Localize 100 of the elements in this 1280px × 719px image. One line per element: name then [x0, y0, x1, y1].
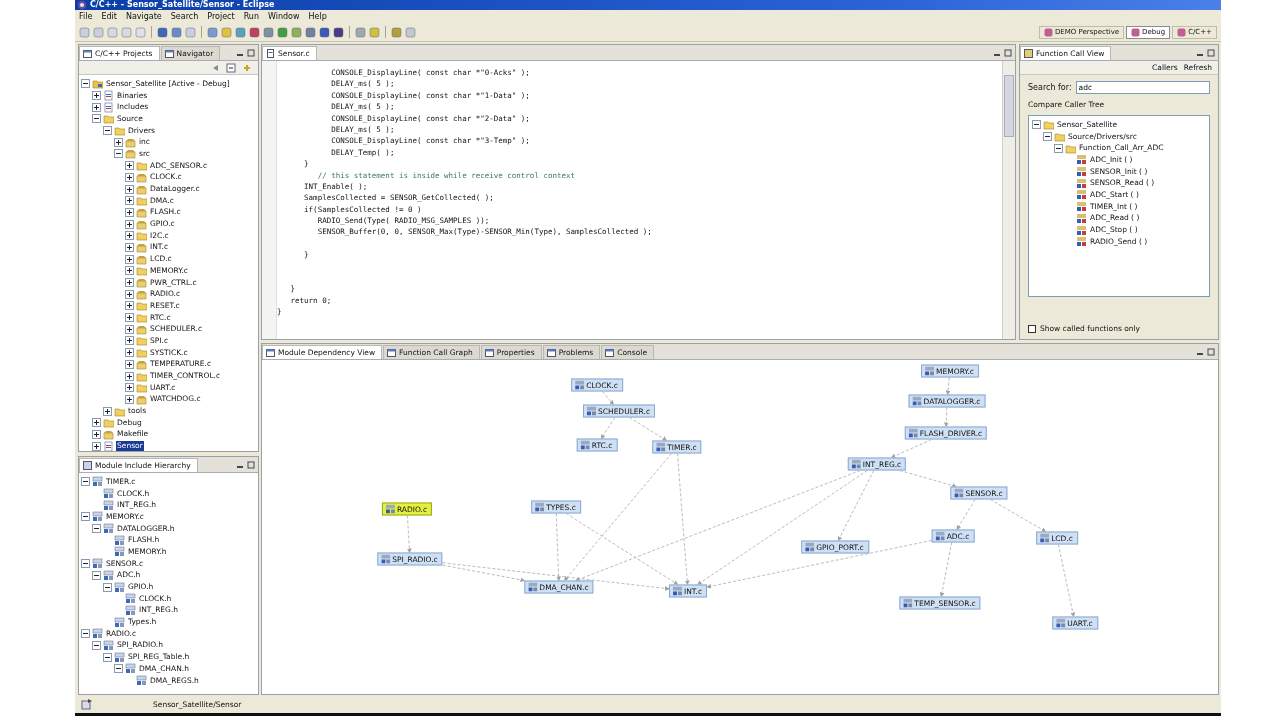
collapse-icon[interactable]: [1043, 132, 1052, 142]
expand-icon[interactable]: [125, 371, 134, 381]
folder-icon: [114, 125, 125, 137]
tool-icon[interactable]: [305, 26, 316, 38]
expand-icon[interactable]: [92, 418, 101, 428]
collapse-all-icon[interactable]: [226, 62, 236, 73]
expand-icon[interactable]: [125, 196, 134, 206]
expand-icon[interactable]: [125, 313, 134, 323]
menu-item[interactable]: File: [79, 12, 93, 21]
view-icon: [1024, 49, 1033, 58]
module-icon: [125, 604, 136, 616]
tool-icon[interactable]: [333, 26, 344, 38]
collapse-icon[interactable]: [114, 664, 123, 674]
collapse-icon[interactable]: [103, 652, 112, 662]
module-icon: [954, 488, 964, 498]
collapse-icon[interactable]: [1054, 143, 1063, 153]
perspective-icon: [1131, 27, 1141, 37]
module-icon: [114, 534, 125, 546]
expand-icon[interactable]: [125, 172, 134, 182]
expand-icon[interactable]: [125, 184, 134, 194]
expand-icon[interactable]: [125, 254, 134, 264]
search-label: Search for:: [1028, 83, 1072, 92]
module-icon: [528, 582, 538, 592]
module-icon: [114, 616, 125, 628]
tool-icon[interactable]: [277, 26, 288, 38]
collapse-icon[interactable]: [81, 79, 90, 89]
expand-icon[interactable]: [125, 289, 134, 299]
tool-icon[interactable]: [157, 26, 168, 38]
tool-icon[interactable]: [171, 26, 182, 38]
expand-icon[interactable]: [125, 278, 134, 288]
collapse-icon[interactable]: [92, 640, 101, 650]
tool-icon[interactable]: [319, 26, 330, 38]
collapse-icon[interactable]: [81, 477, 90, 487]
maximize-icon[interactable]: [247, 48, 255, 57]
menu-item[interactable]: Navigate: [125, 12, 162, 21]
menu-item[interactable]: Run: [243, 12, 259, 21]
expand-icon[interactable]: [92, 441, 101, 451]
menu-item[interactable]: Search: [170, 12, 199, 21]
expand-icon[interactable]: [125, 219, 134, 229]
expand-icon[interactable]: [92, 102, 101, 112]
package-icon: [103, 428, 114, 440]
function-icon: [1076, 166, 1087, 178]
scrollbar[interactable]: [1002, 61, 1015, 339]
view-icon: [83, 49, 92, 58]
binary-icon: [103, 90, 114, 102]
menu-item[interactable]: Help: [308, 12, 327, 21]
expand-icon[interactable]: [125, 324, 134, 334]
package-icon: [136, 323, 147, 335]
expand-icon[interactable]: [125, 383, 134, 393]
expand-icon[interactable]: [125, 266, 134, 276]
collapse-icon[interactable]: [1032, 120, 1041, 130]
checkbox[interactable]: [1028, 324, 1036, 333]
expand-icon[interactable]: [92, 429, 101, 439]
module-icon: [125, 663, 136, 675]
folder-icon: [136, 300, 147, 312]
folder-icon: [136, 195, 147, 207]
collapse-icon[interactable]: [103, 126, 112, 136]
collapse-icon[interactable]: [92, 570, 101, 580]
function-icon: [1076, 201, 1087, 213]
expand-icon[interactable]: [103, 406, 112, 416]
expand-icon[interactable]: [125, 207, 134, 217]
expand-icon[interactable]: [125, 161, 134, 171]
module-icon: [92, 558, 103, 570]
expand-icon[interactable]: [92, 91, 101, 101]
module-icon: [125, 593, 136, 605]
folder-icon: [1054, 131, 1065, 143]
expand-icon[interactable]: [125, 359, 134, 369]
view-icon: [266, 348, 275, 357]
function-icon: [1076, 189, 1087, 201]
package-icon: [136, 288, 147, 300]
perspective-icon: [1177, 27, 1187, 37]
expand-icon[interactable]: [125, 242, 134, 252]
collapse-icon[interactable]: [81, 559, 90, 569]
view-icon: [83, 461, 92, 470]
fast-view-icon[interactable]: [81, 698, 93, 710]
tool-icon[interactable]: [249, 26, 260, 38]
menu-item[interactable]: Window: [268, 12, 300, 21]
module-icon: [114, 546, 125, 558]
expand-icon[interactable]: [125, 301, 134, 311]
expand-icon[interactable]: [125, 336, 134, 346]
folder-icon: [136, 347, 147, 359]
collapse-icon[interactable]: [114, 149, 123, 159]
maximize-icon[interactable]: [1004, 48, 1012, 57]
menu-item[interactable]: Project: [207, 12, 235, 21]
collapse-icon[interactable]: [81, 512, 90, 522]
expand-icon[interactable]: [114, 137, 123, 147]
collapse-icon[interactable]: [92, 114, 101, 124]
collapse-icon[interactable]: [103, 582, 112, 592]
folder-icon: [136, 160, 147, 172]
menu-item[interactable]: Edit: [101, 12, 117, 21]
maximize-icon[interactable]: [247, 460, 255, 469]
expand-icon[interactable]: [125, 348, 134, 358]
maximize-icon[interactable]: [1207, 48, 1215, 57]
collapse-icon[interactable]: [81, 629, 90, 639]
package-icon: [136, 277, 147, 289]
expand-icon[interactable]: [125, 394, 134, 404]
maximize-icon[interactable]: [1207, 347, 1215, 356]
collapse-icon[interactable]: [92, 524, 101, 534]
expand-icon[interactable]: [125, 231, 134, 241]
package-icon: [136, 206, 147, 218]
